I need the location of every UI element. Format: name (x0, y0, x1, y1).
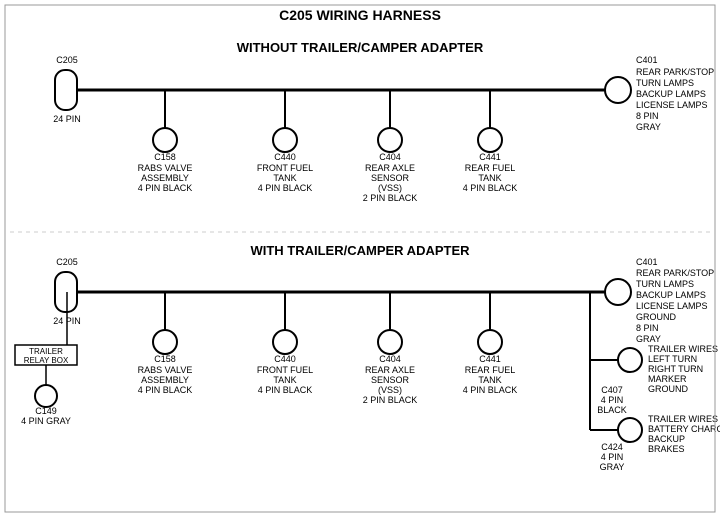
c440-desc3-s1: 4 PIN BLACK (258, 183, 313, 193)
c441-label-s2: C441 (479, 354, 501, 364)
c401-desc4-s1: LICENSE LAMPS (636, 100, 708, 110)
c401-desc3-s1: BACKUP LAMPS (636, 89, 706, 99)
c407-color: BLACK (597, 405, 627, 415)
c158-label-s1: C158 (154, 152, 176, 162)
c149-pin: 4 PIN GRAY (21, 416, 71, 426)
section1-title: WITHOUT TRAILER/CAMPER ADAPTER (237, 40, 484, 55)
c440-d1-s2: FRONT FUEL (257, 365, 313, 375)
c440-connector-s2 (273, 330, 297, 354)
c424-desc1: TRAILER WIRES (648, 414, 718, 424)
c404-label-s2: C404 (379, 354, 401, 364)
c401-label-s1: C401 (636, 55, 658, 65)
c404-desc3-s1: (VSS) (378, 183, 402, 193)
c424-label: C424 (601, 442, 623, 452)
c401-pin-s1: 8 PIN (636, 111, 659, 121)
trailer-relay-box-label: TRAILER (29, 347, 63, 356)
c404-d2-s2: SENSOR (371, 375, 410, 385)
c158-connector-s2 (153, 330, 177, 354)
c404-desc2-s1: SENSOR (371, 173, 410, 183)
c424-pin: 4 PIN (601, 452, 624, 462)
c404-desc1-s1: REAR AXLE (365, 163, 415, 173)
c401-color-s1: GRAY (636, 122, 661, 132)
c158-connector-s1 (153, 128, 177, 152)
c401-connector-s1 (605, 77, 631, 103)
c158-d3-s2: 4 PIN BLACK (138, 385, 193, 395)
c441-desc2-s1: TANK (478, 173, 501, 183)
c158-d1-s2: RABS VALVE (138, 365, 193, 375)
c441-connector-s2 (478, 330, 502, 354)
c401-desc4-s2: LICENSE LAMPS (636, 301, 708, 311)
c205-label-s2: C205 (56, 257, 78, 267)
c401-desc5-s2: GROUND (636, 312, 676, 322)
c407-label: C407 (601, 385, 623, 395)
c404-connector-s2 (378, 330, 402, 354)
c441-connector-s1 (478, 128, 502, 152)
c158-label-s2: C158 (154, 354, 176, 364)
c424-connector (618, 418, 642, 442)
c407-connector (618, 348, 642, 372)
c407-desc4: MARKER (648, 374, 687, 384)
c440-d2-s2: TANK (273, 375, 296, 385)
c401-color-s2: GRAY (636, 334, 661, 344)
c441-d2-s2: TANK (478, 375, 501, 385)
c407-desc2: LEFT TURN (648, 354, 697, 364)
c440-desc2-s1: TANK (273, 173, 296, 183)
c441-d1-s2: REAR FUEL (465, 365, 516, 375)
main-title: C205 WIRING HARNESS (279, 7, 441, 23)
c440-d3-s2: 4 PIN BLACK (258, 385, 313, 395)
c401-desc2-s1: TURN LAMPS (636, 78, 694, 88)
c158-desc3-s1: 4 PIN BLACK (138, 183, 193, 193)
c404-desc4-s1: 2 PIN BLACK (363, 193, 418, 203)
c424-color: GRAY (600, 462, 625, 472)
c441-label-s1: C441 (479, 152, 501, 162)
c401-label-s2: C401 (636, 257, 658, 267)
c158-d2-s2: ASSEMBLY (141, 375, 189, 385)
c440-desc1-s1: FRONT FUEL (257, 163, 313, 173)
c440-label-s1: C440 (274, 152, 296, 162)
c440-connector-s1 (273, 128, 297, 152)
c407-pin: 4 PIN (601, 395, 624, 405)
c407-desc1: TRAILER WIRES (648, 344, 718, 354)
c158-desc1-s1: RABS VALVE (138, 163, 193, 173)
c407-desc5: GROUND (648, 384, 688, 394)
page: C205 WIRING HARNESS WITHOUT TRAILER/CAMP… (0, 0, 720, 517)
c404-d1-s2: REAR AXLE (365, 365, 415, 375)
c404-connector-s1 (378, 128, 402, 152)
c158-desc2-s1: ASSEMBLY (141, 173, 189, 183)
c401-pin-s2: 8 PIN (636, 323, 659, 333)
c149-connector (35, 385, 57, 407)
c205-connector-s2 (55, 272, 77, 312)
c441-desc1-s1: REAR FUEL (465, 163, 516, 173)
c404-d3-s2: (VSS) (378, 385, 402, 395)
c441-desc3-s1: 4 PIN BLACK (463, 183, 518, 193)
c401-desc2-s2: TURN LAMPS (636, 279, 694, 289)
c404-d4-s2: 2 PIN BLACK (363, 395, 418, 405)
trailer-relay-box-label2: RELAY BOX (24, 356, 69, 365)
c424-desc4: BRAKES (648, 444, 685, 454)
c205-label-s1: C205 (56, 55, 78, 65)
c401-desc1-s1: REAR PARK/STOP (636, 67, 714, 77)
section2-title: WITH TRAILER/CAMPER ADAPTER (250, 243, 470, 258)
c424-desc3: BACKUP (648, 434, 685, 444)
c401-desc3-s2: BACKUP LAMPS (636, 290, 706, 300)
c149-label: C149 (35, 406, 57, 416)
c401-connector-s2 (605, 279, 631, 305)
c440-label-s2: C440 (274, 354, 296, 364)
c407-desc3: RIGHT TURN (648, 364, 703, 374)
c401-desc1-s2: REAR PARK/STOP (636, 268, 714, 278)
c404-label-s1: C404 (379, 152, 401, 162)
c205-connector-s1 (55, 70, 77, 110)
c441-d3-s2: 4 PIN BLACK (463, 385, 518, 395)
c424-desc2: BATTERY CHARGE (648, 424, 720, 434)
c205-pin-s1: 24 PIN (53, 114, 81, 124)
